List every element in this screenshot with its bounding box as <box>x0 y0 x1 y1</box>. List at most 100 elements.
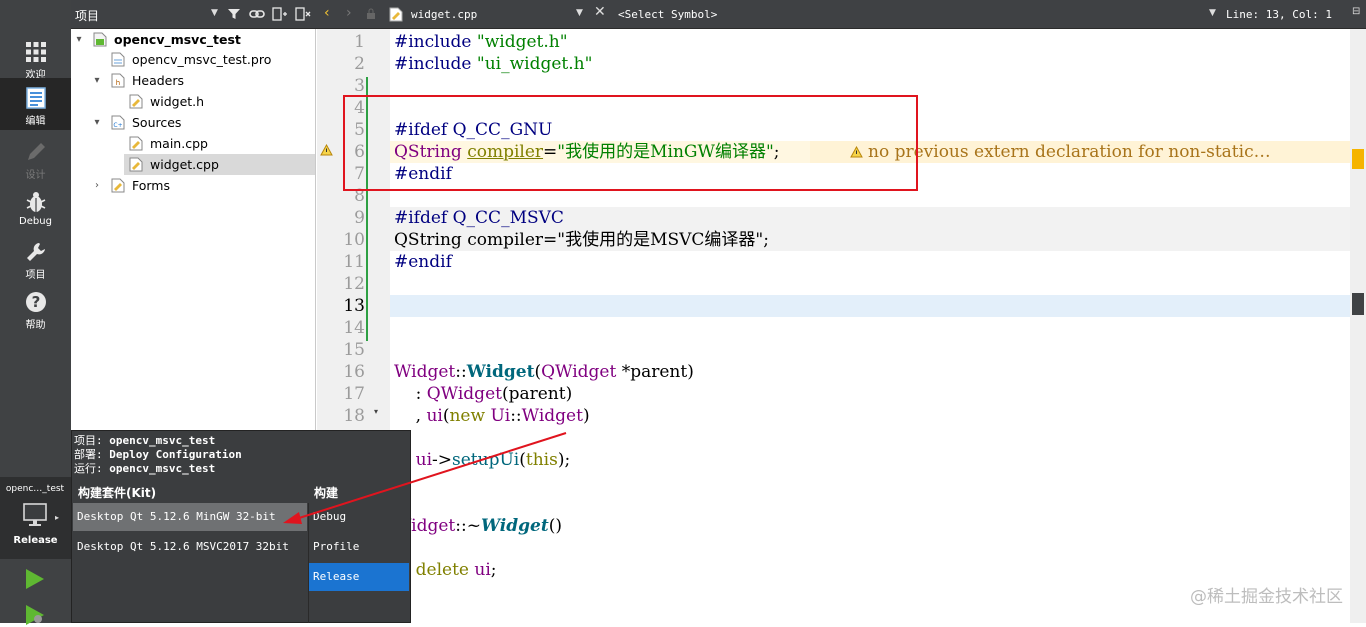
forms-folder-icon <box>111 178 125 193</box>
line-number: 11 <box>343 252 365 272</box>
close-icon[interactable]: ✕ <box>594 4 606 20</box>
mode-label: 帮助 <box>25 320 46 331</box>
scroll-thumb[interactable] <box>1352 293 1364 315</box>
warning-icon <box>320 144 333 156</box>
svg-text:C+: C+ <box>113 122 122 129</box>
vertical-scrollbar[interactable] <box>1350 29 1366 623</box>
expanded-arrow-icon[interactable]: ▾ <box>92 112 102 133</box>
current-line-highlight <box>390 295 1350 317</box>
cursor-position[interactable]: Line: 13, Col: 1 <box>1226 8 1332 21</box>
popup-info: 项目: opencv_msvc_test 部署: Deploy Configur… <box>74 434 242 476</box>
project-panel-header: 项目 ▼ <box>71 0 316 29</box>
build-option-profile[interactable]: Profile <box>309 533 409 561</box>
popup-info-run: 运行: opencv_msvc_test <box>74 462 216 475</box>
tree-item-label: opencv_msvc_test <box>114 32 241 47</box>
tree-item-label: main.cpp <box>150 136 208 151</box>
sources-folder-icon: C+ <box>111 115 125 130</box>
run-icon[interactable] <box>23 567 47 591</box>
debug-run-icon[interactable] <box>23 603 47 627</box>
kit-selector-popup: 项目: opencv_msvc_test 部署: Deploy Configur… <box>71 430 411 623</box>
wrench-icon <box>26 243 45 261</box>
code-line-10: QString compiler="我使用的是MSVC编译器"; <box>394 230 769 250</box>
mode-debug[interactable]: Debug <box>0 182 71 232</box>
line-number: 12 <box>343 274 365 294</box>
tree-item-label: Sources <box>132 115 182 130</box>
dropdown-arrow-icon[interactable]: ▼ <box>1209 8 1216 18</box>
line-number: 3 <box>354 76 365 96</box>
build-option-debug[interactable]: Debug <box>309 503 409 531</box>
editor-toolbar: ‹ › widget.cpp ▼ ✕ <Select Symbol> ▼ Lin… <box>316 0 1366 29</box>
project-icon <box>93 32 107 47</box>
line-number: 9 <box>354 208 365 228</box>
tree-item-forms[interactable]: › Forms <box>71 175 315 196</box>
lock-icon <box>367 8 375 19</box>
mode-label: Debug <box>19 216 52 227</box>
kit-build-mode: Release <box>13 535 58 546</box>
tree-item-project[interactable]: ▾ opencv_msvc_test <box>71 29 315 50</box>
build-option-release[interactable]: Release <box>309 563 409 591</box>
mode-edit[interactable]: 编辑 <box>0 78 71 130</box>
code-editor[interactable]: #include "widget.h" #include "ui_widget.… <box>343 29 1350 623</box>
tree-item-label: opencv_msvc_test.pro <box>132 52 272 67</box>
collapsed-arrow-icon[interactable]: › <box>92 175 102 196</box>
code-line-20: ui->setupUi(this); <box>415 450 571 470</box>
popup-info-project: 项目: opencv_msvc_test <box>74 434 216 447</box>
popup-info-deploy: 部署: Deploy Configuration <box>74 448 242 461</box>
expanded-arrow-icon[interactable]: ▾ <box>74 29 84 50</box>
tree-item-pro-file[interactable]: opencv_msvc_test.pro <box>71 49 315 70</box>
watermark: @稀土掘金技术社区 <box>1190 587 1343 607</box>
help-icon: ? <box>25 292 46 312</box>
line-number: 15 <box>343 340 365 360</box>
symbol-selector[interactable]: <Select Symbol> <box>618 8 717 21</box>
code-line-9: #ifdef Q_CC_MSVC <box>394 208 564 228</box>
warning-marker <box>1352 149 1364 169</box>
build-column-header: 构建 <box>314 486 339 500</box>
tree-item-widget-h[interactable]: widget.h <box>71 91 315 112</box>
mode-welcome[interactable]: 欢迎 <box>0 32 71 82</box>
expand-arrow-icon: ▸ <box>55 513 60 522</box>
svg-text:?: ? <box>31 293 40 311</box>
code-line-16: Widget::Widget(QWidget *parent) <box>394 362 694 382</box>
source-file-icon <box>129 136 143 151</box>
link-icon[interactable] <box>249 7 265 21</box>
kit-selector[interactable]: openc…_test ▸ Release <box>0 477 71 559</box>
kit-option-msvc[interactable]: Desktop Qt 5.12.6 MSVC2017 32bit <box>73 533 307 561</box>
dropdown-arrow-icon[interactable]: ▼ <box>211 8 218 18</box>
kit-column-header: 构建套件(Kit) <box>78 486 157 500</box>
close-split-icon[interactable] <box>295 7 311 21</box>
mode-projects[interactable]: 项目 <box>0 232 71 282</box>
tree-item-label: widget.cpp <box>150 157 219 172</box>
header-file-icon <box>129 94 143 109</box>
open-file-name[interactable]: widget.cpp <box>411 8 477 21</box>
line-number: 18 <box>343 406 365 426</box>
mode-label: 编辑 <box>25 116 46 127</box>
dropdown-arrow-icon[interactable]: ▼ <box>576 8 583 18</box>
line-number: 17 <box>343 384 365 404</box>
tree-item-main-cpp[interactable]: main.cpp <box>71 133 315 154</box>
mode-help[interactable]: ? 帮助 <box>0 282 71 332</box>
pencil-icon <box>27 143 45 160</box>
fold-arrow-icon[interactable]: ▾ <box>374 407 378 416</box>
split-icon[interactable] <box>272 7 288 21</box>
tree-item-headers[interactable]: ▾ h Headers <box>71 70 315 91</box>
tree-item-label: Forms <box>132 178 171 193</box>
tree-item-sources[interactable]: ▾ C+ Sources <box>71 112 315 133</box>
code-line-17: : QWidget(parent) <box>394 384 573 404</box>
monitor-icon <box>23 503 47 526</box>
code-line-1: #include "widget.h" <box>394 32 568 52</box>
code-line-2: #include "ui_widget.h" <box>394 54 593 74</box>
svg-text:h: h <box>116 79 120 87</box>
pro-file-icon <box>111 52 125 67</box>
filter-icon[interactable] <box>227 7 241 21</box>
grid-icon <box>25 42 46 62</box>
back-arrow-icon[interactable]: ‹ <box>324 5 330 21</box>
mode-label: 设计 <box>25 170 46 181</box>
project-panel-title[interactable]: 项目 <box>75 7 99 24</box>
kit-option-mingw[interactable]: Desktop Qt 5.12.6 MinGW 32-bit <box>73 503 307 531</box>
bug-icon <box>26 192 45 212</box>
mode-design[interactable]: 设计 <box>0 132 71 182</box>
tree-item-widget-cpp[interactable]: widget.cpp <box>124 154 315 175</box>
split-menu-icon[interactable]: ⊟ <box>1352 6 1360 17</box>
forward-arrow-icon[interactable]: › <box>346 5 352 21</box>
expanded-arrow-icon[interactable]: ▾ <box>92 70 102 91</box>
